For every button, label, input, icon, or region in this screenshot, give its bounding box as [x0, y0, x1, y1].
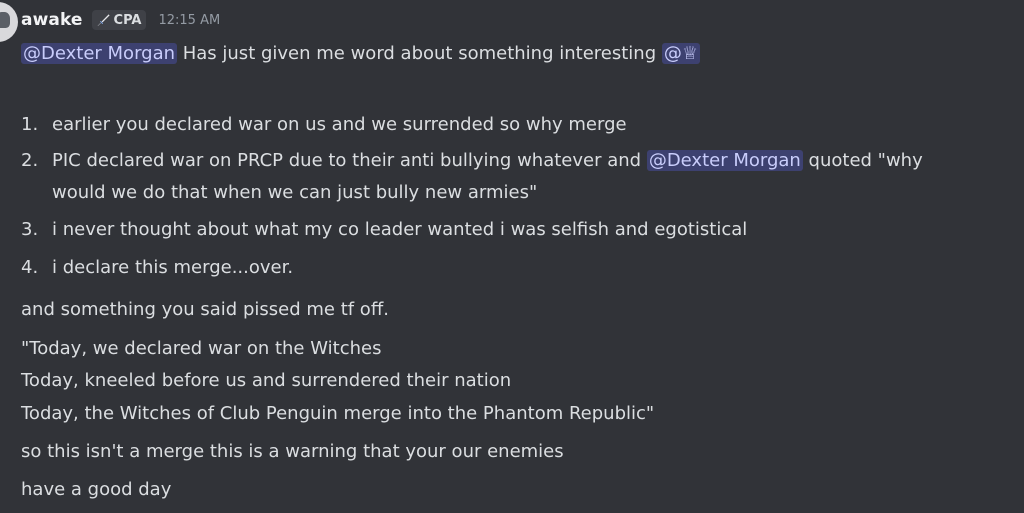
list-text: quoted "why [802, 150, 923, 171]
list-text: i declare this merge...over. [52, 257, 294, 278]
list-item: 2. PIC declared war on PRCP due to their … [21, 149, 923, 173]
list-item-continuation: would we do that when we can just bully … [52, 182, 538, 203]
list-text: PIC declared war on PRCP due to their an… [52, 150, 647, 171]
message-line-1: @Dexter Morgan Has just given me word ab… [21, 42, 700, 66]
user-mention-dexter[interactable]: @Dexter Morgan [646, 150, 803, 171]
message-line: and something you said pissed me tf off. [21, 299, 389, 320]
message-line: have a good day [21, 479, 172, 500]
server-tag[interactable]: CPA [91, 10, 147, 30]
message-header: awake CPA 12:15 AM [21, 8, 220, 32]
list-number: 3. [21, 219, 39, 240]
tag-label: CPA [113, 12, 142, 28]
message-line: "Today, we declared war on the Witches [21, 338, 382, 359]
avatar[interactable] [0, 2, 18, 42]
message-line: so this isn't a merge this is a warning … [21, 441, 564, 462]
list-text: i never thought about what my co leader … [52, 219, 748, 240]
user-mention-dexter[interactable]: @Dexter Morgan [21, 43, 178, 64]
chat-message: awake CPA 12:15 AM @Dexter Morgan Has ju… [0, 0, 1024, 513]
message-text: Has just given me word about something i… [177, 43, 662, 64]
username[interactable]: awake [21, 10, 83, 30]
list-text: earlier you declared war on us and we su… [52, 114, 627, 135]
list-number: 2. [21, 150, 39, 171]
timestamp[interactable]: 12:15 AM [158, 13, 220, 28]
sword-icon [97, 13, 110, 26]
role-mention[interactable]: @♕ [661, 43, 700, 64]
list-number: 1. [21, 114, 39, 135]
list-item: 1. earlier you declared war on us and we … [21, 113, 627, 137]
list-item: 3. i never thought about what my co leade… [21, 218, 747, 242]
message-line: Today, the Witches of Club Penguin merge… [21, 403, 655, 424]
message-line: Today, kneeled before us and surrendered… [21, 370, 512, 391]
list-item: 4. i declare this merge...over. [21, 256, 293, 280]
list-number: 4. [21, 257, 39, 278]
